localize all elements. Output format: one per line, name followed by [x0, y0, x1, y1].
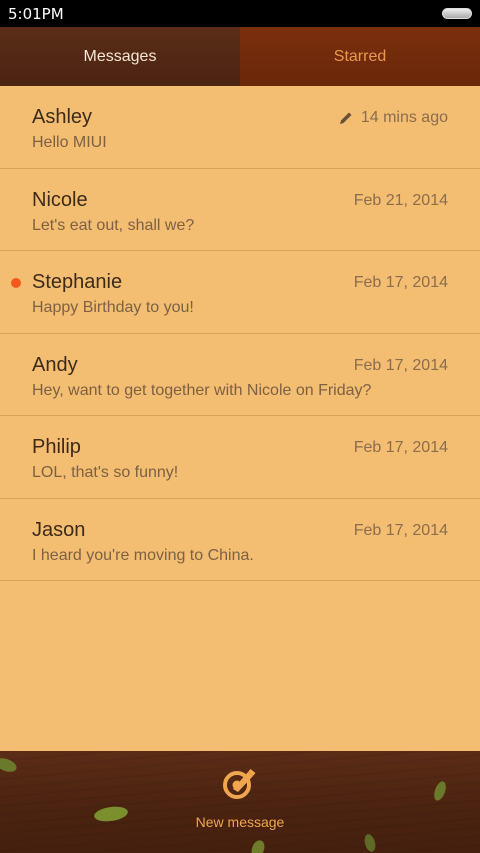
message-preview: Happy Birthday to you! — [32, 299, 194, 316]
message-time: Feb 21, 2014 — [353, 191, 448, 209]
leaf-decoration-icon — [94, 806, 128, 822]
message-preview: I heard you're moving to China. — [32, 546, 254, 564]
status-bar: 5:01PM — [0, 0, 480, 27]
tab-messages[interactable]: Messages — [0, 27, 240, 86]
leaf-decoration-icon — [364, 834, 376, 852]
message-row[interactable]: Jason Feb 17, 2014 I heard you're moving… — [0, 499, 480, 581]
contact-name: Nicole — [32, 188, 88, 211]
contact-name: Philip — [32, 436, 81, 458]
message-time: Feb 17, 2014 — [353, 439, 448, 456]
contact-name: Andy — [32, 353, 78, 376]
battery-icon — [442, 8, 472, 19]
message-row[interactable]: Andy Feb 17, 2014 Hey, want to get toget… — [0, 334, 480, 416]
message-preview: Let's eat out, shall we? — [32, 216, 195, 234]
message-row[interactable]: Nicole Feb 21, 2014 Let's eat out, shall… — [0, 169, 480, 251]
tab-starred[interactable]: Starred — [240, 27, 480, 86]
bottom-bar: New message — [0, 751, 480, 853]
pencil-icon — [339, 111, 353, 125]
message-time: Feb 17, 2014 — [353, 274, 448, 291]
message-time: 14 mins ago — [339, 109, 448, 127]
message-preview: Hey, want to get together with Nicole on… — [32, 381, 372, 399]
compose-icon — [222, 767, 258, 804]
message-row[interactable]: Stephanie Feb 17, 2014 Happy Birthday to… — [0, 251, 480, 334]
message-preview: LOL, that's so funny! — [32, 464, 179, 481]
leaf-decoration-icon — [434, 781, 446, 801]
contact-name: Ashley — [32, 106, 93, 128]
message-list: Ashley 14 mins ago Hello MIUI Nicole Feb… — [0, 86, 480, 581]
contact-name: Jason — [32, 518, 86, 541]
new-message-button[interactable]: New message — [190, 767, 290, 830]
message-time-text: 14 mins ago — [360, 109, 448, 126]
message-time: Feb 17, 2014 — [353, 356, 448, 374]
message-time: Feb 17, 2014 — [353, 521, 448, 539]
status-time: 5:01PM — [8, 4, 64, 23]
message-row[interactable]: Ashley 14 mins ago Hello MIUI — [0, 86, 480, 169]
leaf-decoration-icon — [0, 758, 17, 772]
message-preview: Hello MIUI — [32, 134, 107, 151]
unread-indicator — [11, 278, 21, 288]
new-message-label: New message — [195, 814, 285, 830]
contact-name: Stephanie — [32, 271, 123, 293]
leaf-decoration-icon — [251, 840, 265, 853]
message-row[interactable]: Philip Feb 17, 2014 LOL, that's so funny… — [0, 416, 480, 499]
tab-bar: Messages Starred — [0, 27, 480, 86]
